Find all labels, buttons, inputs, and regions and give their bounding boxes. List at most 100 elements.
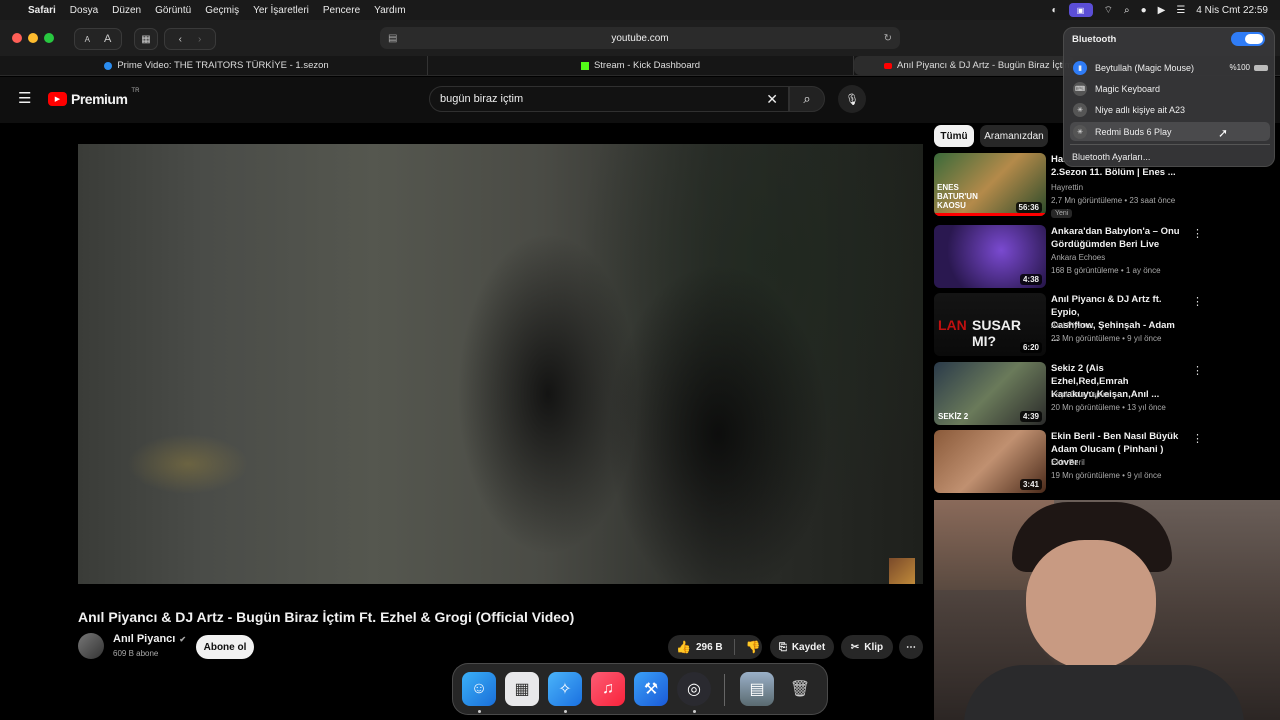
bluetooth-device-a23[interactable]: ✳ Niye adlı kişiye ait A23 — [1070, 100, 1270, 119]
menu-dosya[interactable]: Dosya — [70, 5, 98, 16]
text-smaller-button[interactable]: A — [85, 35, 90, 44]
safari-icon[interactable]: ✧ — [548, 672, 582, 706]
keyboard-icon: ⌨ — [1073, 81, 1087, 96]
search-button[interactable]: ⌕ — [789, 86, 825, 112]
channel-name[interactable]: Ankara Echoes — [1051, 253, 1105, 262]
clear-search-icon[interactable]: ✕ — [766, 91, 778, 108]
recommendation-item[interactable]: 3:41 Ekin Beril - Ben Nasıl Büyük Adam O… — [934, 430, 1203, 494]
control-center-icon[interactable]: ☰ — [1176, 5, 1185, 16]
menu-yer-isaretleri[interactable]: Yer İşaretleri — [253, 5, 309, 16]
more-options-icon[interactable]: ⋮ — [1192, 432, 1203, 445]
channel-name-row[interactable]: Anıl Piyancı ✔ — [113, 633, 186, 645]
tab-youtube[interactable]: Anıl Piyancı & DJ Artz - Bugün Biraz İçt… — [854, 56, 1074, 75]
chip-from-search[interactable]: Aramanızdan — [980, 125, 1048, 147]
bluetooth-device-magic-mouse[interactable]: ▮ Beytullah (Magic Mouse) %100 — [1070, 58, 1270, 77]
menu-duzen[interactable]: Düzen — [112, 5, 141, 16]
url-text[interactable]: youtube.com — [611, 33, 668, 44]
video-player[interactable] — [78, 126, 923, 600]
menu-goruntu[interactable]: Görüntü — [155, 5, 191, 16]
menu-yardim[interactable]: Yardım — [374, 5, 406, 16]
music-icon[interactable]: ♫ — [591, 672, 625, 706]
chip-all[interactable]: Tümü — [934, 125, 974, 147]
like-count[interactable]: 296 B — [696, 642, 723, 653]
youtube-logo[interactable]: ▶ Premium TR — [48, 88, 140, 107]
channel-watermark[interactable] — [889, 558, 915, 584]
video-thumbnail[interactable]: 3:41 — [934, 430, 1046, 493]
text-larger-button[interactable]: A — [104, 33, 111, 45]
recommendation-item[interactable]: SEKİZ 2 4:39 Sekiz 2 (Ais Ezhel,Red,Emra… — [934, 362, 1203, 426]
recommendation-item[interactable]: 4:38 Ankara'dan Babylon'a – Onu Gördüğüm… — [934, 225, 1203, 289]
video-thumbnail[interactable]: SUSAR MI? LAN 6:20 — [934, 293, 1046, 356]
close-window-button[interactable] — [12, 33, 22, 43]
youtube-play-logo-icon: ▶ — [48, 92, 67, 106]
playback-icon[interactable]: ▶ — [1158, 5, 1166, 16]
photo-icon[interactable]: ▤ — [740, 672, 774, 706]
tab-overview-icon[interactable]: ▦ — [134, 28, 158, 50]
spotlight-icon[interactable]: ⌕ — [1124, 5, 1130, 16]
reload-icon[interactable]: ↻ — [884, 33, 892, 44]
launchpad-icon[interactable]: ▦ — [505, 672, 539, 706]
tab-kick-dashboard[interactable]: Stream - Kick Dashboard — [428, 56, 854, 75]
subscribe-button[interactable]: Abone ol — [196, 635, 254, 659]
trash-icon[interactable]: 🗑 — [783, 672, 817, 706]
video-frame[interactable] — [78, 144, 923, 584]
text-size-control[interactable]: A A — [74, 28, 122, 50]
like-dislike-group: 👍 296 B 👎 — [668, 635, 762, 659]
channel-avatar[interactable] — [78, 633, 104, 659]
thumbnail-red-mark: LAN — [938, 317, 967, 333]
more-options-icon[interactable]: ⋮ — [1192, 227, 1203, 240]
site-settings-icon[interactable]: ▤ — [388, 33, 397, 44]
save-button[interactable]: ⎘ Kaydet — [770, 635, 834, 659]
menu-divider — [1070, 144, 1270, 145]
channel-name[interactable]: Anıl Piyancı — [113, 633, 175, 645]
like-icon[interactable]: 👍 — [676, 640, 691, 654]
screen-record-icon[interactable]: ▣ — [1068, 3, 1093, 17]
zoom-window-button[interactable] — [44, 33, 54, 43]
channel-name[interactable]: Hayrettin — [1051, 183, 1083, 192]
channel-name[interactable]: Yeşil Oda Yapım — [1051, 390, 1110, 399]
thumbnail-text: SEKİZ 2 — [938, 412, 969, 421]
more-options-icon[interactable]: ⋮ — [1192, 295, 1203, 308]
siri-icon[interactable]: ● — [1141, 5, 1147, 16]
search-query[interactable]: bugün biraz içtim — [440, 93, 523, 105]
obs-icon[interactable]: ◎ — [677, 672, 711, 706]
screen-mirror-icon[interactable]: ◐ — [1052, 5, 1058, 16]
menu-safari[interactable]: Safari — [28, 5, 56, 16]
more-actions-icon[interactable]: ⋯ — [899, 635, 923, 659]
voice-search-button[interactable]: 🎙 — [838, 85, 866, 113]
menu-clock[interactable]: 4 Nis Cmt 22:59 — [1196, 5, 1268, 16]
bluetooth-device-magic-keyboard[interactable]: ⌨ Magic Keyboard — [1070, 79, 1270, 98]
region-code: TR — [131, 88, 140, 94]
video-title[interactable]: Ankara'dan Babylon'a – Onu Gördüğümden B… — [1051, 225, 1183, 251]
history-nav: ‹ › — [164, 28, 216, 50]
menu-gecmis[interactable]: Geçmiş — [205, 5, 239, 16]
webcam-person-shirt — [964, 665, 1244, 720]
minimize-window-button[interactable] — [28, 33, 38, 43]
bluetooth-toggle[interactable] — [1231, 32, 1265, 46]
new-badge: Yeni — [1051, 209, 1073, 218]
tab-prime-video[interactable]: Prime Video: THE TRAITORS TÜRKİYE - 1.se… — [6, 56, 428, 75]
menu-pencere[interactable]: Pencere — [323, 5, 360, 16]
bluetooth-settings-link[interactable]: Bluetooth Ayarları... — [1072, 152, 1150, 162]
finder-icon[interactable]: ☺ — [462, 672, 496, 706]
video-title: Anıl Piyancı & DJ Artz - Bugün Biraz İçt… — [78, 609, 575, 625]
xcode-icon[interactable]: ⚒ — [634, 672, 668, 706]
video-thumbnail[interactable]: 4:38 — [934, 225, 1046, 288]
title-line-1: Anıl Piyancı & DJ Artz ft. Eypio, — [1051, 294, 1162, 318]
clip-button[interactable]: ✂ Klip — [841, 635, 893, 659]
video-thumbnail[interactable]: SEKİZ 2 4:39 — [934, 362, 1046, 425]
recommendation-item[interactable]: SUSAR MI? LAN 6:20 Anıl Piyancı & DJ Art… — [934, 293, 1203, 357]
forward-icon[interactable]: › — [198, 34, 201, 45]
search-input[interactable]: bugün biraz içtim ✕ — [429, 86, 789, 112]
wifi-icon[interactable]: ⌔ — [1104, 4, 1113, 17]
dislike-icon[interactable]: 👎 — [746, 640, 761, 654]
address-bar[interactable]: ▤ youtube.com ↻ — [380, 27, 900, 49]
channel-name[interactable]: Ekin Beril — [1051, 458, 1085, 467]
bluetooth-device-redmi-buds[interactable]: ✳ Redmi Buds 6 Play ➚ — [1070, 122, 1270, 141]
title-line-1: Sekiz 2 (Ais Ezhel,Red,Emrah — [1051, 363, 1129, 387]
channel-name[interactable]: Anıl Piyancı — [1051, 321, 1093, 330]
back-icon[interactable]: ‹ — [179, 34, 182, 45]
video-thumbnail[interactable]: ENES BATUR'UN KAOSU 56:36 — [934, 153, 1046, 216]
more-options-icon[interactable]: ⋮ — [1192, 364, 1203, 377]
hamburger-menu-icon[interactable]: ☰ — [18, 91, 31, 106]
